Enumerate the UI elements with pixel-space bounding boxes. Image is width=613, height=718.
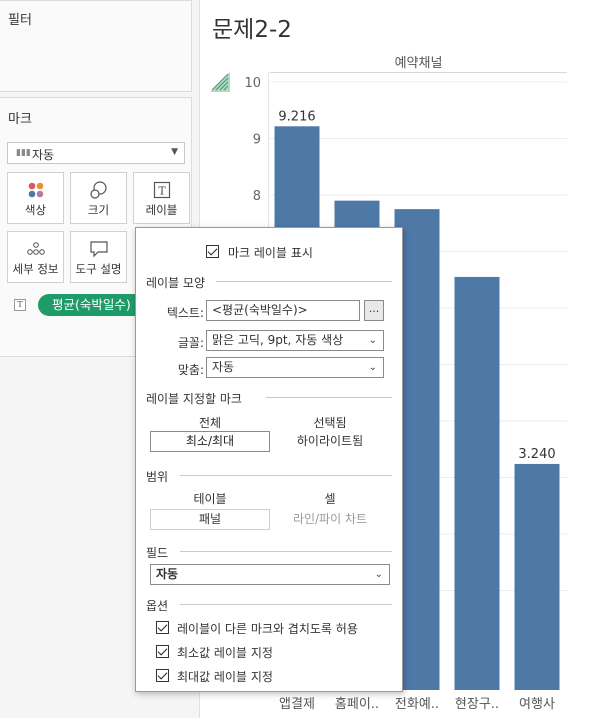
x-category-label: 여행사	[519, 696, 555, 712]
edit-text-button[interactable]: ...	[364, 300, 384, 321]
size-button[interactable]: 크기	[70, 172, 127, 224]
bar	[454, 276, 500, 690]
font-dropdown[interactable]: 맑은 고딕, 9pt, 자동 색상 ⌄	[206, 330, 384, 351]
size-button-label: 크기	[87, 203, 110, 217]
x-category-label: 현장구..	[455, 697, 499, 712]
appearance-section-title: 레이블 모양	[146, 276, 206, 290]
align-field-label: 맞춤:	[177, 363, 204, 377]
marks-to-label-divider	[266, 397, 392, 398]
tooltip-bubble-icon	[71, 238, 126, 260]
label-min-label: 최소값 레이블 지정	[177, 646, 273, 660]
color-dots-icon	[8, 179, 63, 201]
align-value: 자동	[212, 360, 235, 374]
chevron-down-icon: ⌄	[368, 362, 377, 373]
label-dialog: 마크 레이블 표시 레이블 모양 텍스트: <평균(숙박일수)> ... 글꼴:…	[135, 227, 403, 692]
label-max-label: 최대값 레이블 지정	[177, 670, 273, 684]
data-label: 3.240	[518, 447, 555, 462]
all-option-label: 전체	[198, 416, 222, 430]
x-category-label: 앱결제	[279, 697, 315, 712]
min-max-option[interactable]: 최소/최대	[150, 431, 270, 452]
y-tick-label: 8	[253, 189, 261, 204]
text-label-icon: T	[134, 179, 189, 201]
label-button[interactable]: T 레이블	[133, 172, 190, 224]
bar-chart-icon: ▮▮▮	[16, 148, 31, 158]
label-min-checkbox[interactable]	[156, 645, 169, 658]
font-field-label: 글꼴:	[177, 336, 204, 350]
chevron-down-icon: ▼	[171, 147, 178, 157]
x-category-label: 전화예..	[395, 697, 439, 712]
svg-text:T: T	[158, 185, 166, 198]
tooltip-button[interactable]: 도구 설명	[70, 231, 127, 283]
detail-button-label: 세부 정보	[12, 262, 59, 276]
marks-card-title: 마크	[8, 112, 32, 127]
field-section-title: 필드	[146, 546, 169, 560]
table-option-label: 테이블	[193, 492, 227, 506]
bar	[514, 463, 560, 690]
text-field-label: 텍스트:	[166, 306, 204, 320]
text-field-value: <평균(숙박일수)>	[212, 303, 308, 317]
y-tick-label: 9	[253, 133, 261, 148]
selected-option-label: 선택됨	[313, 416, 347, 430]
field-value: 자동	[156, 567, 179, 581]
cell-option-label: 셀	[324, 492, 336, 506]
line-pie-option: 라인/파이 차트	[292, 512, 368, 526]
x-category-label: 홈페이..	[335, 697, 379, 712]
label-max-checkbox[interactable]	[156, 669, 169, 682]
allow-overlap-label: 레이블이 다른 마크와 겹치도록 허용	[177, 622, 358, 636]
text-field[interactable]: <평균(숙박일수)>	[206, 300, 360, 321]
label-button-label: 레이블	[145, 203, 178, 217]
chevron-down-icon: ⌄	[374, 569, 383, 580]
size-circles-icon	[71, 179, 126, 201]
highlighted-option[interactable]: 하이라이트됨	[270, 431, 390, 452]
mark-type-dropdown[interactable]: ▮▮▮ 자동 ▼	[7, 142, 185, 164]
show-labels-checkbox[interactable]	[206, 245, 219, 258]
chevron-down-icon: ⌄	[368, 335, 377, 346]
allow-overlap-checkbox[interactable]	[156, 621, 169, 634]
color-button[interactable]: 색상	[7, 172, 64, 224]
scope-section-title: 범위	[146, 470, 169, 484]
scope-divider	[180, 475, 392, 476]
detail-dots-icon	[8, 238, 63, 260]
show-labels-text: 마크 레이블 표시	[228, 246, 313, 260]
options-section-title: 옵션	[146, 599, 169, 613]
align-dropdown[interactable]: 자동 ⌄	[206, 357, 384, 378]
filters-card[interactable]: 필터	[0, 0, 192, 92]
y-tick-label: 10	[244, 76, 261, 91]
sheet-title: 문제2-2	[212, 17, 292, 43]
data-label: 9.216	[278, 109, 315, 124]
detail-button[interactable]: 세부 정보	[7, 231, 64, 283]
color-button-label: 색상	[24, 203, 47, 217]
mark-type-value: 자동	[32, 148, 55, 162]
options-divider	[180, 604, 392, 605]
filters-card-title: 필터	[8, 13, 32, 28]
marks-to-label-title: 레이블 지정할 마크	[146, 392, 242, 406]
field-divider	[180, 551, 392, 552]
pane-option[interactable]: 패널	[150, 509, 270, 530]
text-t-icon: T	[14, 299, 26, 311]
appearance-divider	[216, 281, 392, 282]
font-value: 맑은 고딕, 9pt, 자동 색상	[212, 333, 344, 347]
field-dropdown[interactable]: 자동 ⌄	[150, 564, 390, 585]
tooltip-button-label: 도구 설명	[75, 262, 122, 276]
